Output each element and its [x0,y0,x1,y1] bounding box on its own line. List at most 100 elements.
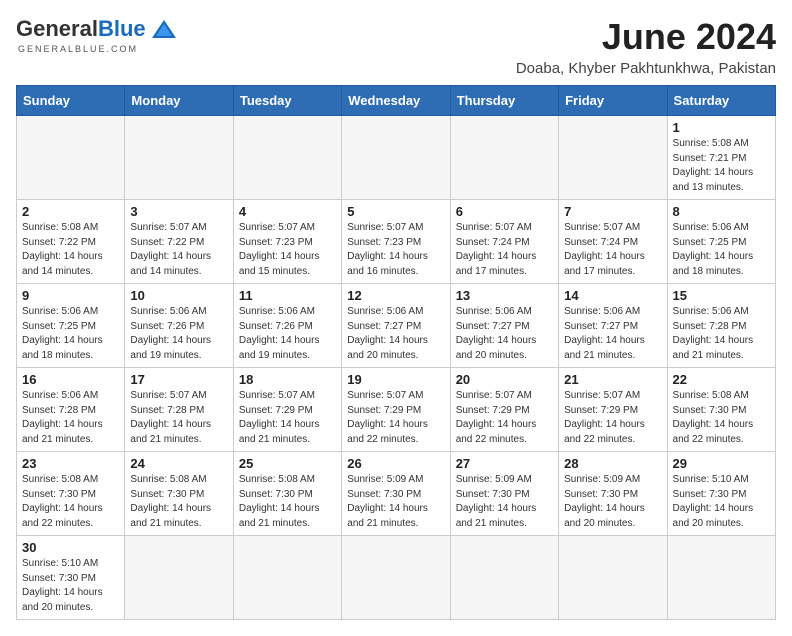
weekday-header-sunday: Sunday [17,86,125,116]
day-number: 19 [347,372,444,387]
day-cell: 22 Sunrise: 5:08 AM Sunset: 7:30 PM Dayli… [667,368,775,452]
day-number: 21 [564,372,661,387]
day-number: 17 [130,372,227,387]
week-row-1: 1 Sunrise: 5:08 AM Sunset: 7:21 PM Daylig… [17,116,776,200]
day-cell: 6 Sunrise: 5:07 AM Sunset: 7:24 PM Daylig… [450,200,558,284]
day-cell: 27Sunrise: 5:09 AM Sunset: 7:30 PM Dayli… [450,452,558,536]
day-cell: 24 Sunrise: 5:08 AM Sunset: 7:30 PM Dayli… [125,452,233,536]
day-info: Sunrise: 5:07 AM Sunset: 7:23 PM Dayligh… [239,221,336,279]
day-cell: 13Sunrise: 5:06 AM Sunset: 7:27 PM Dayli… [450,284,558,368]
day-info: Sunrise: 5:08 AM Sunset: 7:30 PM Dayligh… [130,473,227,531]
day-cell [559,536,667,620]
day-info: Sunrise: 5:06 AM Sunset: 7:27 PM Dayligh… [564,305,661,363]
day-info: Sunrise: 5:06 AM Sunset: 7:25 PM Dayligh… [22,305,119,363]
week-row-2: 2Sunrise: 5:08 AM Sunset: 7:22 PM Daylig… [17,200,776,284]
day-info: Sunrise: 5:07 AM Sunset: 7:29 PM Dayligh… [456,389,553,447]
calendar-table: SundayMondayTuesdayWednesdayThursdayFrid… [16,85,776,620]
day-cell [233,116,341,200]
day-cell [559,116,667,200]
day-number: 12 [347,288,444,303]
day-info: Sunrise: 5:06 AM Sunset: 7:26 PM Dayligh… [130,305,227,363]
weekday-header-row: SundayMondayTuesdayWednesdayThursdayFrid… [17,86,776,116]
day-cell: 16Sunrise: 5:06 AM Sunset: 7:28 PM Dayli… [17,368,125,452]
title-area: June 2024 Doaba, Khyber Pakhtunkhwa, Pak… [516,16,776,77]
week-row-4: 16Sunrise: 5:06 AM Sunset: 7:28 PM Dayli… [17,368,776,452]
weekday-header-thursday: Thursday [450,86,558,116]
day-number: 26 [347,456,444,471]
day-number: 7 [564,204,661,219]
day-number: 15 [673,288,770,303]
day-info: Sunrise: 5:06 AM Sunset: 7:26 PM Dayligh… [239,305,336,363]
day-number: 18 [239,372,336,387]
day-number: 1 [673,120,770,135]
weekday-header-tuesday: Tuesday [233,86,341,116]
day-cell [17,116,125,200]
day-number: 20 [456,372,553,387]
day-cell: 12Sunrise: 5:06 AM Sunset: 7:27 PM Dayli… [342,284,450,368]
day-cell [342,536,450,620]
day-cell [233,536,341,620]
week-row-5: 23 Sunrise: 5:08 AM Sunset: 7:30 PM Dayli… [17,452,776,536]
day-cell: 21 Sunrise: 5:07 AM Sunset: 7:29 PM Dayli… [559,368,667,452]
day-info: Sunrise: 5:07 AM Sunset: 7:24 PM Dayligh… [564,221,661,279]
day-info: Sunrise: 5:09 AM Sunset: 7:30 PM Dayligh… [564,473,661,531]
day-info: Sunrise: 5:06 AM Sunset: 7:25 PM Dayligh… [673,221,770,279]
logo-icon [150,18,178,40]
day-info: Sunrise: 5:07 AM Sunset: 7:24 PM Dayligh… [456,221,553,279]
day-cell: 20 Sunrise: 5:07 AM Sunset: 7:29 PM Dayli… [450,368,558,452]
calendar-title: June 2024 [516,16,776,58]
day-cell [667,536,775,620]
day-cell: 26Sunrise: 5:09 AM Sunset: 7:30 PM Dayli… [342,452,450,536]
day-cell: 3 Sunrise: 5:07 AM Sunset: 7:22 PM Daylig… [125,200,233,284]
day-cell: 8 Sunrise: 5:06 AM Sunset: 7:25 PM Daylig… [667,200,775,284]
day-number: 3 [130,204,227,219]
day-info: Sunrise: 5:07 AM Sunset: 7:23 PM Dayligh… [347,221,444,279]
day-number: 29 [673,456,770,471]
day-number: 5 [347,204,444,219]
day-number: 30 [22,540,119,555]
day-info: Sunrise: 5:08 AM Sunset: 7:30 PM Dayligh… [22,473,119,531]
day-info: Sunrise: 5:06 AM Sunset: 7:27 PM Dayligh… [456,305,553,363]
day-cell [125,536,233,620]
day-number: 8 [673,204,770,219]
day-info: Sunrise: 5:08 AM Sunset: 7:30 PM Dayligh… [239,473,336,531]
day-cell: 4Sunrise: 5:07 AM Sunset: 7:23 PM Daylig… [233,200,341,284]
day-cell [342,116,450,200]
day-info: Sunrise: 5:07 AM Sunset: 7:22 PM Dayligh… [130,221,227,279]
day-info: Sunrise: 5:08 AM Sunset: 7:21 PM Dayligh… [673,137,770,195]
day-info: Sunrise: 5:07 AM Sunset: 7:29 PM Dayligh… [564,389,661,447]
day-cell: 29 Sunrise: 5:10 AM Sunset: 7:30 PM Dayli… [667,452,775,536]
day-cell: 5 Sunrise: 5:07 AM Sunset: 7:23 PM Daylig… [342,200,450,284]
day-cell [450,536,558,620]
day-cell: 9 Sunrise: 5:06 AM Sunset: 7:25 PM Daylig… [17,284,125,368]
day-number: 2 [22,204,119,219]
day-cell: 19Sunrise: 5:07 AM Sunset: 7:29 PM Dayli… [342,368,450,452]
day-cell: 28 Sunrise: 5:09 AM Sunset: 7:30 PM Dayli… [559,452,667,536]
weekday-header-saturday: Saturday [667,86,775,116]
day-info: Sunrise: 5:10 AM Sunset: 7:30 PM Dayligh… [673,473,770,531]
logo-tagline: GENERALBLUE.COM [18,44,138,54]
day-cell [450,116,558,200]
day-number: 24 [130,456,227,471]
day-number: 23 [22,456,119,471]
day-info: Sunrise: 5:07 AM Sunset: 7:28 PM Dayligh… [130,389,227,447]
day-number: 6 [456,204,553,219]
week-row-6: 30Sunrise: 5:10 AM Sunset: 7:30 PM Dayli… [17,536,776,620]
day-number: 9 [22,288,119,303]
logo-blue-text: Blue [98,16,146,42]
day-info: Sunrise: 5:06 AM Sunset: 7:28 PM Dayligh… [673,305,770,363]
logo-general-text: General [16,16,98,42]
header: General Blue GENERALBLUE.COM June 2024 D… [16,16,776,77]
day-cell: 18 Sunrise: 5:07 AM Sunset: 7:29 PM Dayli… [233,368,341,452]
day-info: Sunrise: 5:09 AM Sunset: 7:30 PM Dayligh… [456,473,553,531]
weekday-header-friday: Friday [559,86,667,116]
day-number: 22 [673,372,770,387]
day-info: Sunrise: 5:08 AM Sunset: 7:30 PM Dayligh… [673,389,770,447]
weekday-header-wednesday: Wednesday [342,86,450,116]
day-info: Sunrise: 5:07 AM Sunset: 7:29 PM Dayligh… [239,389,336,447]
day-cell [125,116,233,200]
day-cell: 11Sunrise: 5:06 AM Sunset: 7:26 PM Dayli… [233,284,341,368]
day-number: 10 [130,288,227,303]
day-cell: 10 Sunrise: 5:06 AM Sunset: 7:26 PM Dayli… [125,284,233,368]
day-number: 28 [564,456,661,471]
